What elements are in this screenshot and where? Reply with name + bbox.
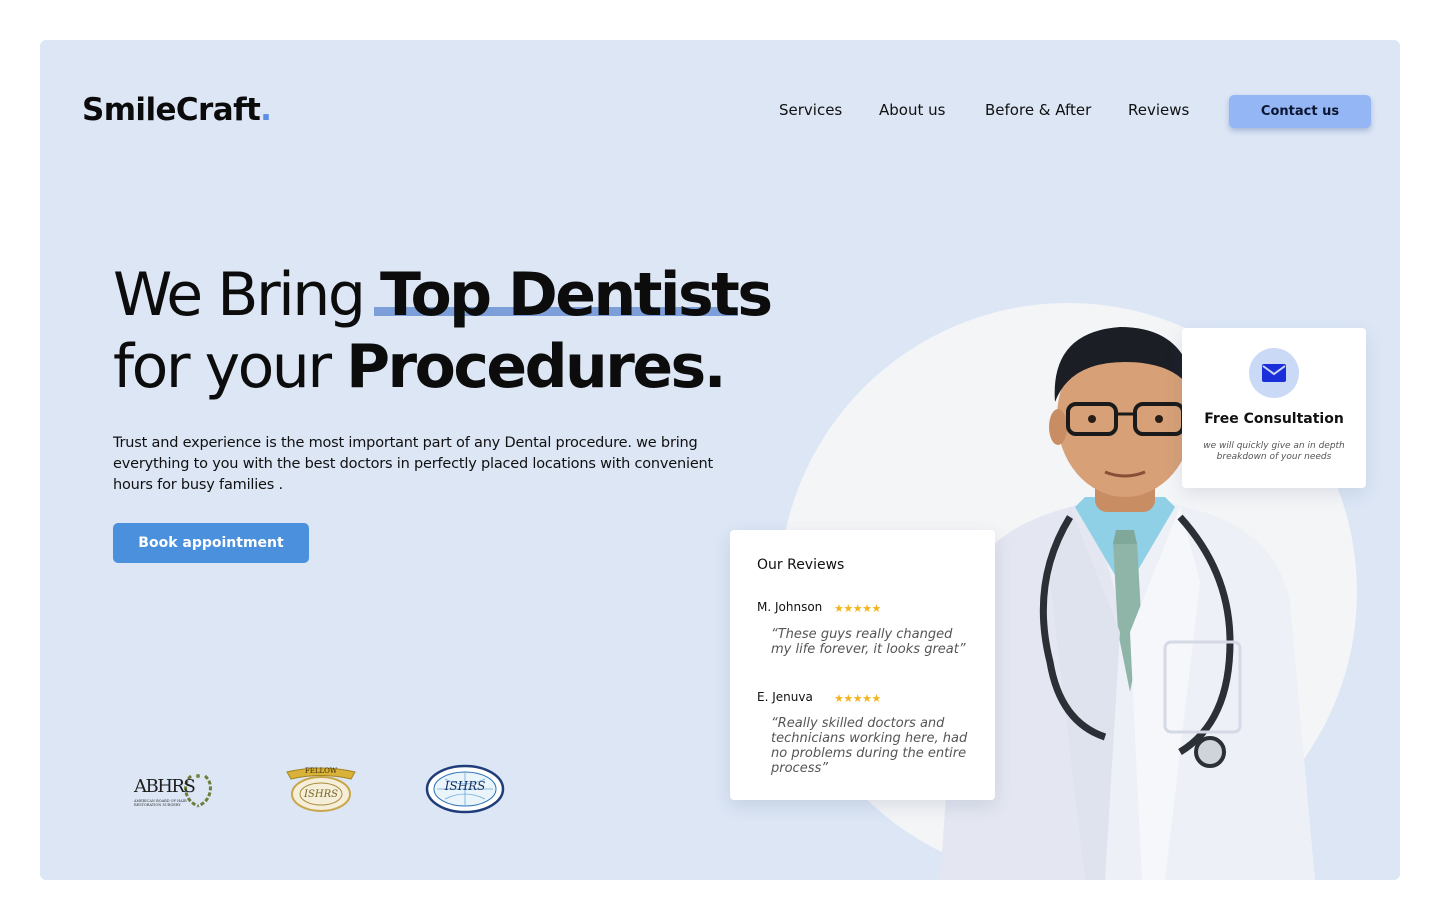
reviews-card: Our Reviews M. Johnson ★★★★★ “These guys…	[730, 530, 995, 800]
review-author: M. Johnson	[757, 600, 823, 614]
review-star-rating: ★★★★★	[834, 602, 881, 615]
review-quote: “Really skilled doctors and technicians …	[771, 716, 968, 776]
brand-name: SmileCraft	[82, 92, 261, 128]
ishrs-acronym: ISHRS	[444, 779, 486, 793]
hero-description: Trust and experience is the most importa…	[113, 435, 714, 493]
headline-line-2-regular: for your	[113, 332, 347, 402]
consultation-title: Free Consultation	[1204, 411, 1344, 427]
ishrs-badge: ISHRS	[425, 764, 505, 814]
abhrs-fullname: AMERICAN BOARD OF HAIR RESTORATION SURGE…	[134, 799, 187, 807]
review-star-rating: ★★★★★	[834, 692, 881, 705]
reviews-title: Our Reviews	[757, 557, 845, 573]
consultation-subtitle: we will quickly give an in depth breakdo…	[1203, 441, 1345, 462]
brand-dot: .	[260, 92, 272, 128]
headline-line-2: for your Procedures.	[113, 332, 727, 402]
headline-line-1-regular: We Bring	[113, 260, 380, 330]
free-consultation-card[interactable]: Free Consultation we will quickly give a…	[1182, 328, 1366, 488]
page-frame: SmileCraft. Services About us Before & A…	[40, 40, 1400, 880]
fellow-badge: FELLOW ISHRS	[283, 766, 359, 814]
fellow-seal-label: ISHRS	[304, 789, 338, 800]
abhrs-badge: ABHRS AMERICAN BOARD OF HAIR RESTORATION…	[134, 770, 218, 814]
review-author: E. Jenuva	[757, 690, 813, 704]
contact-button[interactable]: Contact us	[1229, 95, 1371, 128]
brand-logo[interactable]: SmileCraft.	[82, 92, 272, 128]
review-quote: “These guys really changed my life forev…	[771, 627, 966, 657]
mail-icon	[1249, 348, 1299, 398]
book-appointment-button[interactable]: Book appointment	[113, 523, 309, 563]
headline-line-1: We Bring Top Dentists	[113, 260, 773, 330]
headline-line-1-bold: Top Dentists	[379, 260, 773, 330]
abhrs-acronym: ABHRS	[134, 776, 196, 797]
nav-link-reviews[interactable]: Reviews	[1128, 101, 1189, 119]
fellow-ribbon-label: FELLOW	[304, 767, 338, 775]
nav-link-before-after[interactable]: Before & After	[985, 101, 1091, 119]
nav-link-services[interactable]: Services	[779, 101, 842, 119]
headline-line-2-bold: Procedures.	[346, 332, 727, 402]
nav-link-about-us[interactable]: About us	[879, 101, 945, 119]
